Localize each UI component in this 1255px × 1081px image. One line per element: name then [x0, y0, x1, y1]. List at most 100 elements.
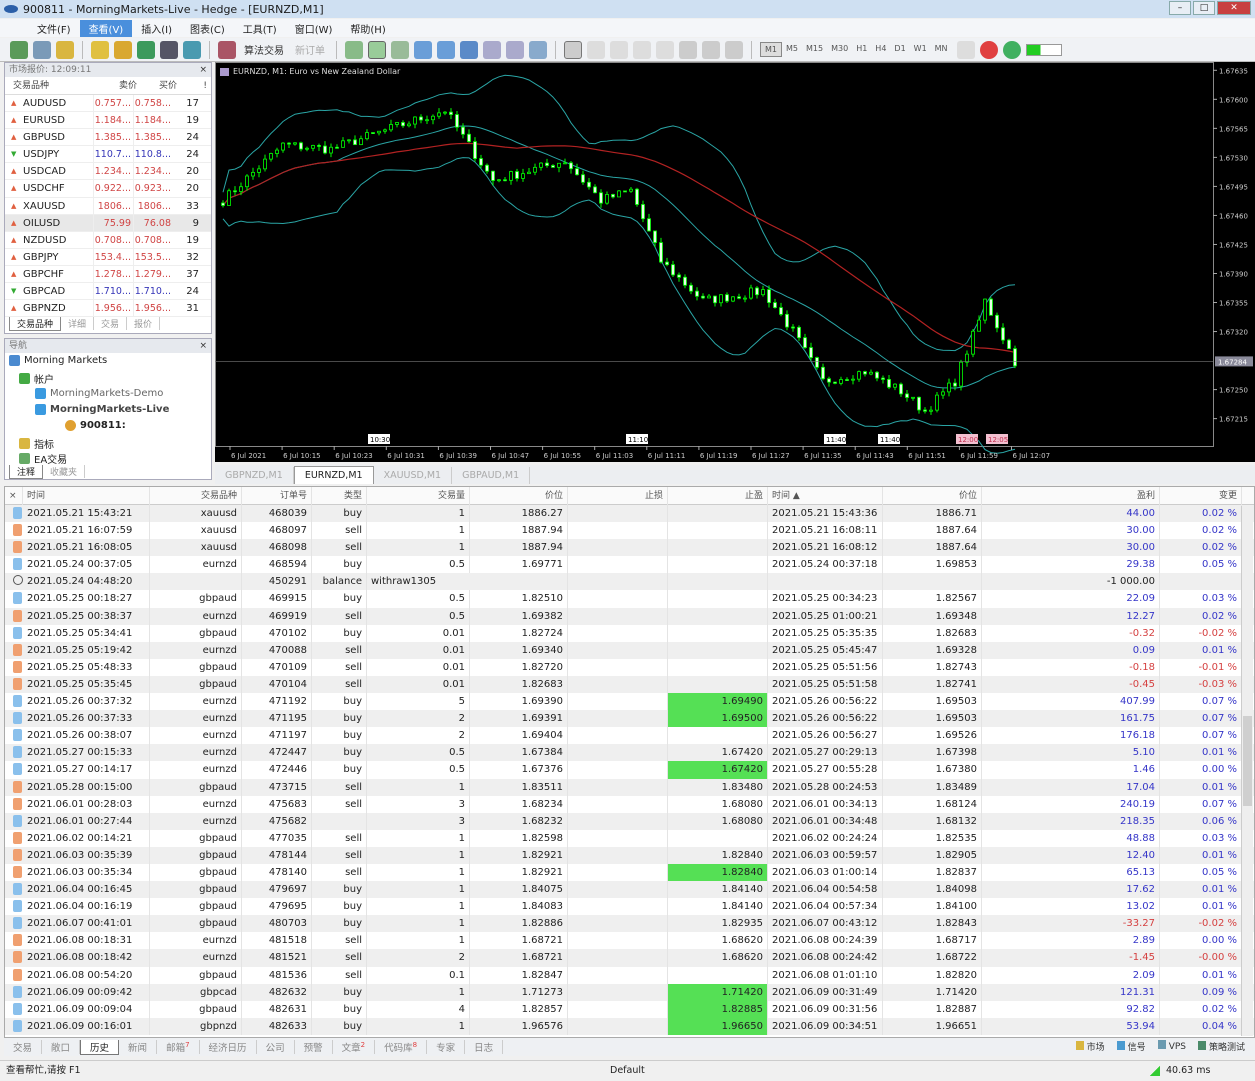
close-icon[interactable]: × [5, 487, 23, 505]
column-header[interactable]: 类型 [312, 487, 367, 505]
timeframe-h4-button[interactable]: H4 [871, 42, 890, 57]
nav-account[interactable]: 900811: [65, 420, 126, 431]
terminal-tab[interactable]: 经济日历 [200, 1040, 257, 1054]
market-watch-row[interactable]: ▲USDCHF0.922...0.923...20 [5, 180, 211, 197]
nav-accounts[interactable]: 帐户 [19, 371, 54, 386]
table-row[interactable]: 2021.06.09 00:09:42gbpcad482632buy11.712… [5, 984, 1254, 1001]
terminal-tab[interactable]: 预警 [295, 1040, 333, 1054]
table-row[interactable]: 2021.06.04 00:16:19gbpaud479695buy11.840… [5, 898, 1254, 915]
horizontal-line-icon[interactable] [633, 41, 651, 59]
table-row[interactable]: 2021.06.01 00:28:03eurnzd475683sell31.68… [5, 796, 1254, 813]
table-row[interactable]: 2021.06.03 00:35:39gbpaud478144sell11.82… [5, 847, 1254, 864]
maximize-button[interactable]: □ [1193, 1, 1215, 15]
table-row[interactable]: 2021.06.08 00:54:20gbpaud481536sell0.11.… [5, 967, 1254, 984]
table-row[interactable]: 2021.05.25 05:19:42eurnzd470088sell0.011… [5, 642, 1254, 659]
nav-demo-server[interactable]: MorningMarkets-Demo [35, 388, 163, 399]
table-row[interactable]: 2021.06.08 00:18:42eurnzd481521sell21.68… [5, 949, 1254, 966]
profiles-icon[interactable] [33, 41, 51, 59]
table-row[interactable]: 2021.06.03 00:35:34gbpaud478140sell11.82… [5, 864, 1254, 881]
header-ask[interactable]: 买价 [137, 77, 177, 95]
table-row[interactable]: 2021.05.27 00:15:33eurnzd472447buy0.51.6… [5, 744, 1254, 761]
table-row[interactable]: 2021.05.25 00:38:37eurnzd469919sell0.51.… [5, 608, 1254, 625]
market-watch-row[interactable]: ▲USDCAD1.234...1.234...20 [5, 163, 211, 180]
line-chart-icon[interactable] [391, 41, 409, 59]
close-button[interactable]: ✕ [1217, 1, 1251, 15]
market-watch-row[interactable]: ▲AUDUSD0.757...0.758...17 [5, 95, 211, 112]
cursor-icon[interactable] [564, 41, 582, 59]
column-header[interactable]: 盈利 [982, 487, 1160, 505]
table-row[interactable]: 2021.05.24 00:37:05eurnzd468594buy0.51.6… [5, 556, 1254, 573]
terminal-tab[interactable]: 敞口 [42, 1040, 80, 1054]
notifications-icon[interactable] [980, 41, 998, 59]
terminal-link[interactable]: 市场 [1076, 1040, 1105, 1053]
crosshair-icon[interactable] [587, 41, 605, 59]
zoom-in-icon[interactable] [414, 41, 432, 59]
market-watch-row[interactable]: ▲OILUSD75.9976.089 [5, 215, 211, 232]
table-row[interactable]: 2021.05.28 00:15:00gbpaud473715sell11.83… [5, 779, 1254, 796]
table-row[interactable]: 2021.06.07 00:41:01gbpaud480703buy11.828… [5, 915, 1254, 932]
terminal-icon[interactable] [137, 41, 155, 59]
table-row[interactable]: 2021.05.21 16:08:05xauusd468098sell11887… [5, 539, 1254, 556]
data-window-icon[interactable] [91, 41, 109, 59]
navigator-icon[interactable] [114, 41, 132, 59]
table-row[interactable]: 2021.05.26 00:37:33eurnzd471195buy21.693… [5, 710, 1254, 727]
scrollbar-thumb[interactable] [1243, 716, 1252, 806]
close-icon[interactable]: × [199, 339, 207, 353]
menu-item[interactable]: 帮助(H) [341, 20, 394, 37]
market-watch-row[interactable]: ▲EURUSD1.184...1.184...19 [5, 112, 211, 129]
menu-item[interactable]: 窗口(W) [286, 20, 342, 37]
minimize-button[interactable]: – [1169, 1, 1191, 15]
market-watch-row[interactable]: ▲NZDUSD0.708...0.708...19 [5, 232, 211, 249]
terminal-tab[interactable]: 交易 [4, 1040, 42, 1054]
column-header[interactable]: 止盈 [668, 487, 768, 505]
table-row[interactable]: 2021.06.01 00:27:44eurnzd47568231.682321… [5, 813, 1254, 830]
history-scrollbar[interactable] [1241, 506, 1253, 1036]
nav-indicators[interactable]: 指标 [19, 436, 54, 451]
tester-icon[interactable] [160, 41, 178, 59]
column-header[interactable]: 价位 [883, 487, 982, 505]
market-watch-row[interactable]: ▼GBPCAD1.710...1.710...24 [5, 283, 211, 300]
table-row[interactable]: 2021.05.25 00:18:27gbpaud469915buy0.51.8… [5, 590, 1254, 607]
timeframe-m15-button[interactable]: M15 [802, 42, 827, 57]
terminal-tab[interactable]: 代码库8 [375, 1040, 427, 1054]
timeframe-m5-button[interactable]: M5 [782, 42, 802, 57]
column-header[interactable]: 止损 [568, 487, 668, 505]
column-header[interactable]: 时间 [23, 487, 150, 505]
chart-window[interactable]: 1.676351.676001.675651.675301.674951.674… [215, 62, 1255, 462]
table-row[interactable]: 2021.05.24 04:48:20450291balancewithraw1… [5, 573, 1254, 590]
new-chart-icon[interactable] [10, 41, 28, 59]
column-header[interactable]: 订单号 [242, 487, 312, 505]
header-symbol[interactable]: 交易品种 [13, 77, 97, 95]
terminal-link[interactable]: 信号 [1117, 1040, 1146, 1053]
terminal-link[interactable]: 策略测试 [1198, 1040, 1245, 1053]
signals-icon[interactable] [183, 41, 201, 59]
table-row[interactable]: 2021.06.08 00:18:31eurnzd481518sell11.68… [5, 932, 1254, 949]
market-watch-icon[interactable] [56, 41, 74, 59]
nav-tab-favorites[interactable]: 收藏夹 [43, 465, 85, 478]
indicators-icon[interactable] [529, 41, 547, 59]
terminal-tab[interactable]: 专家 [427, 1040, 465, 1054]
autoscroll-icon[interactable] [483, 41, 501, 59]
market-watch-tab[interactable]: 报价 [127, 317, 160, 330]
table-row[interactable]: 2021.05.26 00:38:07eurnzd471197buy21.694… [5, 727, 1254, 744]
market-watch-row[interactable]: ▲GBPCHF1.278...1.279...37 [5, 266, 211, 283]
terminal-tab[interactable]: 邮箱7 [157, 1040, 199, 1054]
text-icon[interactable] [702, 41, 720, 59]
terminal-tab[interactable]: 文章2 [333, 1040, 375, 1054]
timeframe-h1-button[interactable]: H1 [852, 42, 871, 57]
candlestick-icon[interactable] [368, 41, 386, 59]
nav-tab-common[interactable]: 注释 [9, 465, 43, 479]
table-row[interactable]: 2021.05.27 00:14:17eurnzd472446buy0.51.6… [5, 761, 1254, 778]
market-watch-row[interactable]: ▲XAUUSD1806...1806...33 [5, 198, 211, 215]
tile-windows-icon[interactable] [460, 41, 478, 59]
shapes-icon[interactable] [725, 41, 743, 59]
table-row[interactable]: 2021.06.09 00:09:04gbpaud482631buy41.828… [5, 1001, 1254, 1018]
market-watch-row[interactable]: ▲GBPJPY153.4...153.5...32 [5, 249, 211, 266]
column-header[interactable]: 交易量 [367, 487, 470, 505]
header-bid[interactable]: 卖价 [97, 77, 137, 95]
terminal-link[interactable]: VPS [1158, 1040, 1186, 1053]
zoom-out-icon[interactable] [437, 41, 455, 59]
search-icon[interactable] [957, 41, 975, 59]
table-row[interactable]: 2021.05.21 15:43:21xauusd468039buy11886.… [5, 505, 1254, 522]
terminal-tab[interactable]: 日志 [465, 1040, 503, 1054]
